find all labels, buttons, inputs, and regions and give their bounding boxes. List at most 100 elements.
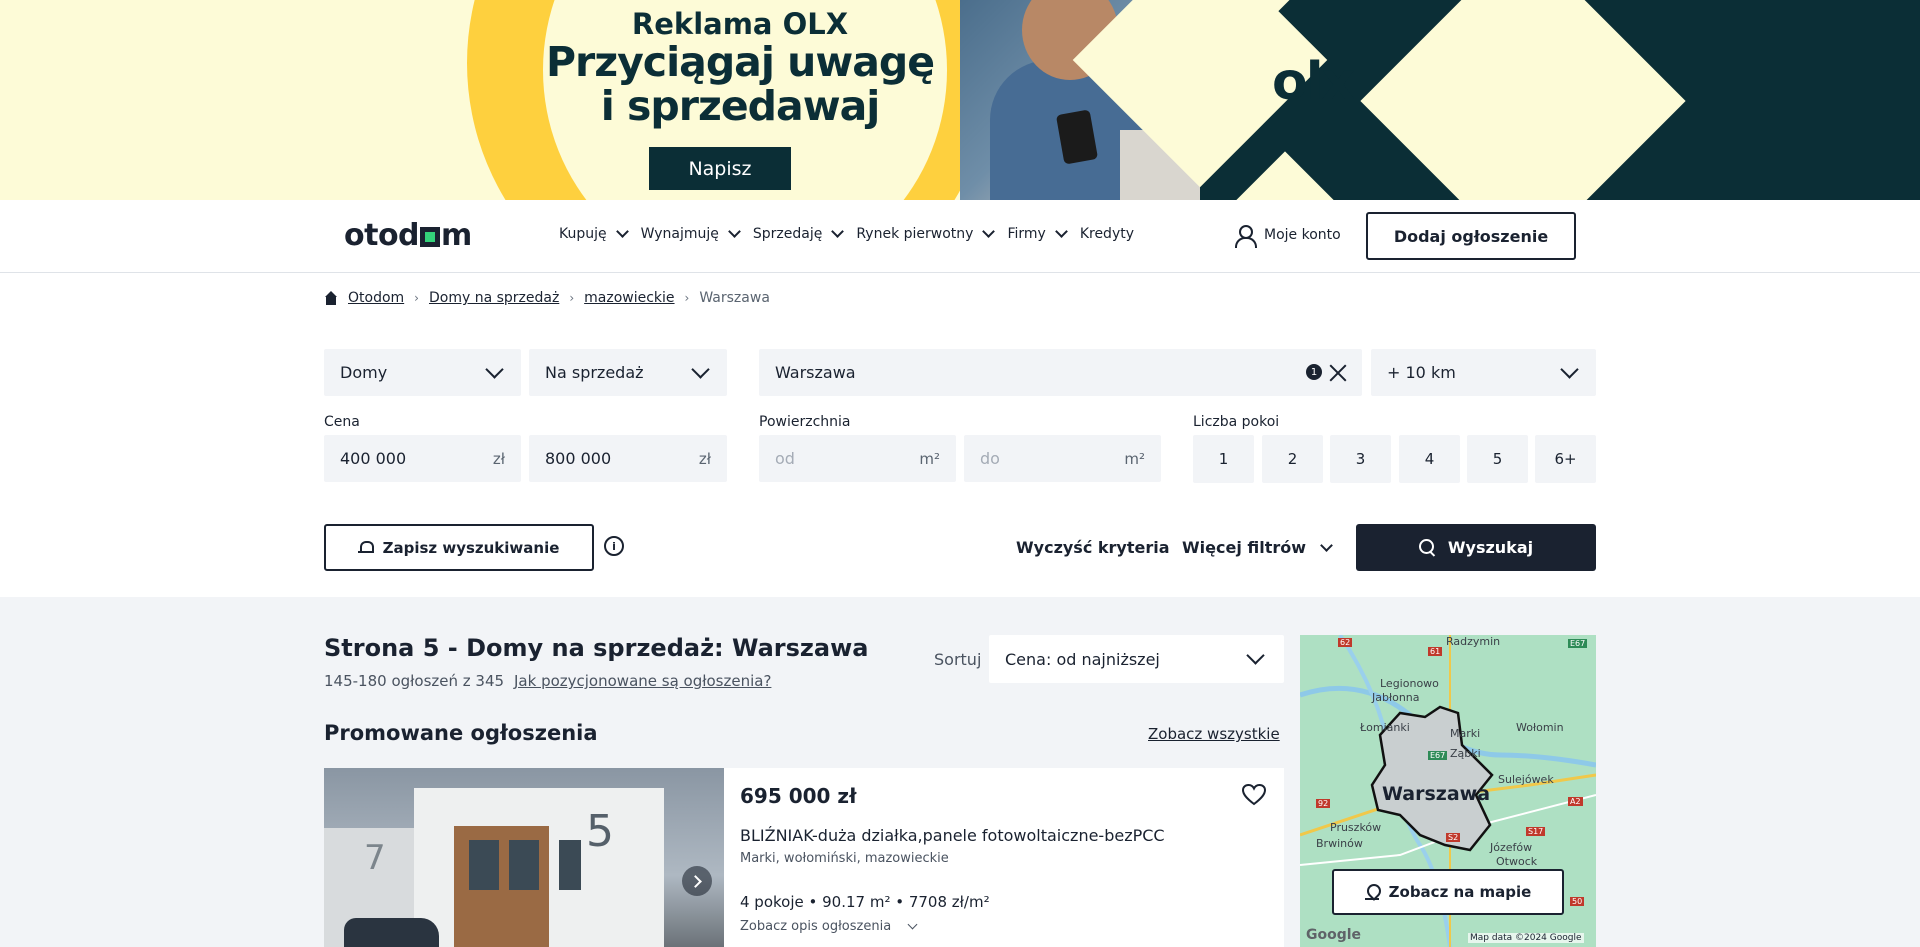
location-value: Warszawa bbox=[775, 363, 856, 382]
breadcrumb-link[interactable]: mazowieckie bbox=[584, 290, 674, 306]
map-label: Ząbki bbox=[1450, 747, 1481, 760]
map-label: Wołomin bbox=[1516, 721, 1564, 734]
area-label: Powierzchnia bbox=[759, 414, 851, 430]
olx-logo: olx bbox=[1272, 52, 1355, 112]
otodom-logo[interactable]: otod m bbox=[344, 218, 472, 253]
show-description-toggle[interactable]: Zobacz opis ogłoszenia bbox=[740, 919, 918, 934]
clear-criteria-button[interactable]: Wyczyść kryteria bbox=[1016, 538, 1170, 557]
user-icon bbox=[1234, 224, 1257, 248]
logo-square-icon bbox=[420, 227, 441, 247]
info-icon[interactable]: i bbox=[604, 536, 624, 556]
breadcrumb-link[interactable]: Domy na sprzedaż bbox=[429, 290, 559, 306]
area-from-input[interactable]: od m² bbox=[759, 435, 956, 482]
listing-specs: 4 pokoje • 90.17 m² • 7708 zł/m² bbox=[740, 893, 990, 911]
map-attribution: Map data ©2024 Google bbox=[1468, 933, 1584, 943]
listing-location: Marki, wołomiński, mazowieckie bbox=[740, 851, 949, 866]
chevron-down-icon bbox=[1320, 538, 1333, 552]
heart-icon[interactable] bbox=[1242, 784, 1266, 806]
listing-price: 695 000 zł bbox=[740, 784, 857, 808]
save-search-button[interactable]: Zapisz wyszukiwanie bbox=[324, 524, 594, 571]
banner-headline: Reklama OLX bbox=[631, 7, 849, 41]
main-nav: Kupuję Wynajmuję Sprzedaję Rynek pierwot… bbox=[559, 225, 1134, 242]
location-input[interactable]: Warszawa 1 bbox=[759, 349, 1362, 396]
my-account-link[interactable]: Moje konto bbox=[1234, 224, 1341, 248]
ranking-info-link[interactable]: Jak pozycjonowane są ogłoszenia? bbox=[514, 672, 771, 690]
nav-item-sprzedaje[interactable]: Sprzedaję bbox=[752, 225, 845, 242]
price-label: Cena bbox=[324, 414, 360, 430]
search-icon bbox=[1418, 539, 1436, 556]
nav-label: Firmy bbox=[1007, 226, 1046, 242]
nav-item-firmy[interactable]: Firmy bbox=[1007, 225, 1068, 242]
nav-label: Rynek pierwotny bbox=[856, 226, 974, 242]
area-unit: m² bbox=[1124, 449, 1145, 468]
transaction-type-select[interactable]: Na sprzedaż bbox=[529, 349, 727, 396]
chevron-down-icon bbox=[831, 225, 845, 238]
road-shield: 62 bbox=[1338, 638, 1353, 647]
breadcrumb-link[interactable]: Otodom bbox=[348, 290, 404, 306]
select-value: + 10 km bbox=[1387, 363, 1456, 382]
chevron-down-icon bbox=[907, 919, 918, 930]
map-label: Sulejówek bbox=[1498, 773, 1554, 786]
map-city-label: Warszawa bbox=[1382, 783, 1491, 805]
search-label: Wyszukaj bbox=[1447, 538, 1534, 557]
nav-item-rynek-pierwotny[interactable]: Rynek pierwotny bbox=[856, 225, 996, 242]
add-listing-button[interactable]: Dodaj ogłoszenie bbox=[1366, 212, 1576, 260]
map-pin-icon bbox=[1364, 884, 1379, 900]
banner-tagline-line-2: i sprzedawaj bbox=[600, 82, 881, 130]
rooms-option[interactable]: 2 bbox=[1262, 435, 1323, 483]
nav-label: Sprzedaję bbox=[752, 226, 823, 242]
select-value: Na sprzedaż bbox=[545, 363, 644, 382]
map-label: Brwinów bbox=[1316, 837, 1363, 850]
rooms-option[interactable]: 6+ bbox=[1535, 435, 1596, 483]
chevron-right-icon bbox=[689, 874, 702, 888]
description-toggle-label: Zobacz opis ogłoszenia bbox=[740, 919, 892, 934]
more-filters-button[interactable]: Więcej filtrów bbox=[1182, 538, 1333, 557]
chevron-down-icon bbox=[728, 225, 741, 238]
next-photo-button[interactable] bbox=[682, 866, 712, 896]
listing-card[interactable]: 7 5 695 000 zł BLIŹNIAK-duża działka,pan… bbox=[324, 768, 1284, 947]
road-shield: S2 bbox=[1446, 833, 1461, 842]
map-label: Pruszków bbox=[1330, 821, 1382, 834]
price-from-input[interactable]: 400 000 zł bbox=[324, 435, 521, 482]
rooms-option[interactable]: 5 bbox=[1467, 435, 1528, 483]
more-filters-label: Więcej filtrów bbox=[1182, 538, 1307, 557]
listing-photo[interactable]: 7 5 bbox=[324, 768, 724, 947]
breadcrumb: Otodom › Domy na sprzedaż › mazowieckie … bbox=[324, 290, 770, 306]
banner-cta-button[interactable]: Napisz bbox=[649, 147, 791, 190]
save-search-label: Zapisz wyszukiwanie bbox=[382, 538, 560, 557]
rooms-option[interactable]: 3 bbox=[1330, 435, 1391, 483]
price-to-input[interactable]: 800 000 zł bbox=[529, 435, 727, 482]
nav-item-kupuje[interactable]: Kupuję bbox=[559, 225, 629, 242]
map-preview[interactable]: Radzymin Legionowo Jabłonna Łomianki Mar… bbox=[1300, 635, 1596, 947]
home-icon bbox=[324, 291, 338, 305]
map-label: Marki bbox=[1450, 727, 1481, 740]
property-type-select[interactable]: Domy bbox=[324, 349, 521, 396]
chevron-down-icon bbox=[1246, 646, 1265, 665]
map-label: Radzymin bbox=[1446, 635, 1501, 648]
search-button[interactable]: Wyszukaj bbox=[1356, 524, 1596, 571]
location-count-badge: 1 bbox=[1306, 364, 1322, 380]
chevron-down-icon bbox=[1054, 225, 1068, 238]
nav-item-wynajmuje[interactable]: Wynajmuję bbox=[641, 225, 741, 242]
area-to-input[interactable]: do m² bbox=[964, 435, 1161, 482]
page-title: Strona 5 - Domy na sprzedaż: Warszawa bbox=[324, 634, 869, 662]
listing-title[interactable]: BLIŹNIAK-duża działka,panele fotowoltaic… bbox=[740, 826, 1165, 845]
see-all-link[interactable]: Zobacz wszystkie bbox=[1148, 725, 1280, 743]
clear-location-icon[interactable] bbox=[1328, 363, 1348, 383]
road-shield: E67 bbox=[1428, 751, 1448, 760]
banner-tagline: Przyciągaj uwagę i sprzedawaj bbox=[520, 40, 960, 128]
chevron-right-icon: › bbox=[569, 291, 575, 305]
see-on-map-button[interactable]: Zobacz na mapie bbox=[1332, 869, 1564, 915]
radius-select[interactable]: + 10 km bbox=[1371, 349, 1596, 396]
nav-label: Kupuję bbox=[559, 226, 607, 242]
currency-unit: zł bbox=[492, 449, 505, 468]
nav-item-kredyty[interactable]: Kredyty bbox=[1080, 226, 1134, 242]
sort-select[interactable]: Cena: od najniższej bbox=[989, 635, 1284, 683]
road-shield: 50 bbox=[1570, 897, 1585, 906]
ad-banner[interactable]: Reklama OLX Przyciągaj uwagę i sprzedawa… bbox=[0, 0, 1920, 200]
chevron-down-icon bbox=[691, 360, 710, 379]
rooms-option[interactable]: 4 bbox=[1399, 435, 1460, 483]
rooms-option[interactable]: 1 bbox=[1193, 435, 1254, 483]
map-label: Łomianki bbox=[1360, 721, 1410, 734]
input-placeholder: od bbox=[775, 449, 795, 468]
